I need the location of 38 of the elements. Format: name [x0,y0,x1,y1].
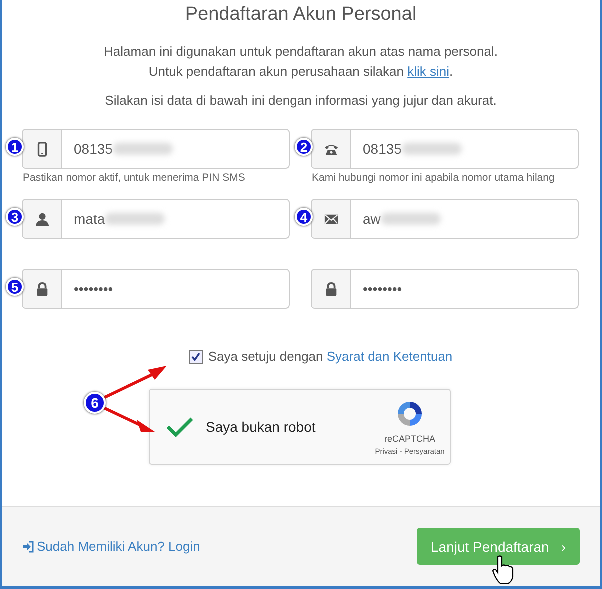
intro-text: Untuk pendaftaran akun perusahaan silakan klik sini. [148,63,454,81]
instruction-text: Silakan isi data di bawah ini dengan informasi yang jujur dan akurat. [104,92,498,110]
intro-text: Halaman ini digunakan untuk pendaftaran akun atas nama personal. [103,43,499,61]
agree-checkbox[interactable] [189,350,204,364]
field-value: aw [363,211,381,227]
annotation-arrow [103,406,155,432]
captcha-label: Saya bukan robot [206,419,316,435]
step-marker: 6 [84,392,106,414]
login-link[interactable]: Sudah Memiliki Akun? Login [22,539,200,554]
lock-icon [34,282,50,296]
input-field[interactable]: aw [311,199,579,239]
page-title: Pendaftaran Akun Personal [184,4,418,26]
annotation-arrow [103,366,167,400]
lock-icon [324,282,338,296]
field-value: 08135 [363,141,402,157]
company-link[interactable]: klik sini [408,64,450,79]
input-field[interactable]: •••••••• [311,269,579,309]
field-value: mata [74,211,106,227]
help-text: Kami hubungi nomor ini apabila nomor utama hilang [312,171,556,186]
agree-label: Saya setuju dengan Syarat dan Ketentuan [208,349,453,364]
help-text: Pastikan nomor aktif, untuk menerima PIN SMS [23,171,246,186]
terms-link[interactable]: Syarat dan Ketentuan [326,349,453,364]
step-marker: 1 [6,138,24,156]
step-marker: 5 [6,278,24,296]
step-marker: 4 [295,208,313,226]
input-field[interactable]: •••••••• [22,269,290,309]
input-field[interactable]: 08135 [22,129,290,169]
sign-in-icon [22,540,34,552]
input-field[interactable]: 08135 [311,129,579,169]
field-value: •••••••• [74,281,114,297]
input-field[interactable]: mata [22,199,290,239]
step-marker: 2 [295,138,313,156]
field-value: 08135 [74,141,113,157]
user-icon [34,212,50,226]
field-value: •••••••• [363,281,402,297]
captcha-brand: reCAPTCHA [384,434,436,444]
captcha-checkbox[interactable] [166,416,194,438]
step-marker: 3 [6,208,24,226]
